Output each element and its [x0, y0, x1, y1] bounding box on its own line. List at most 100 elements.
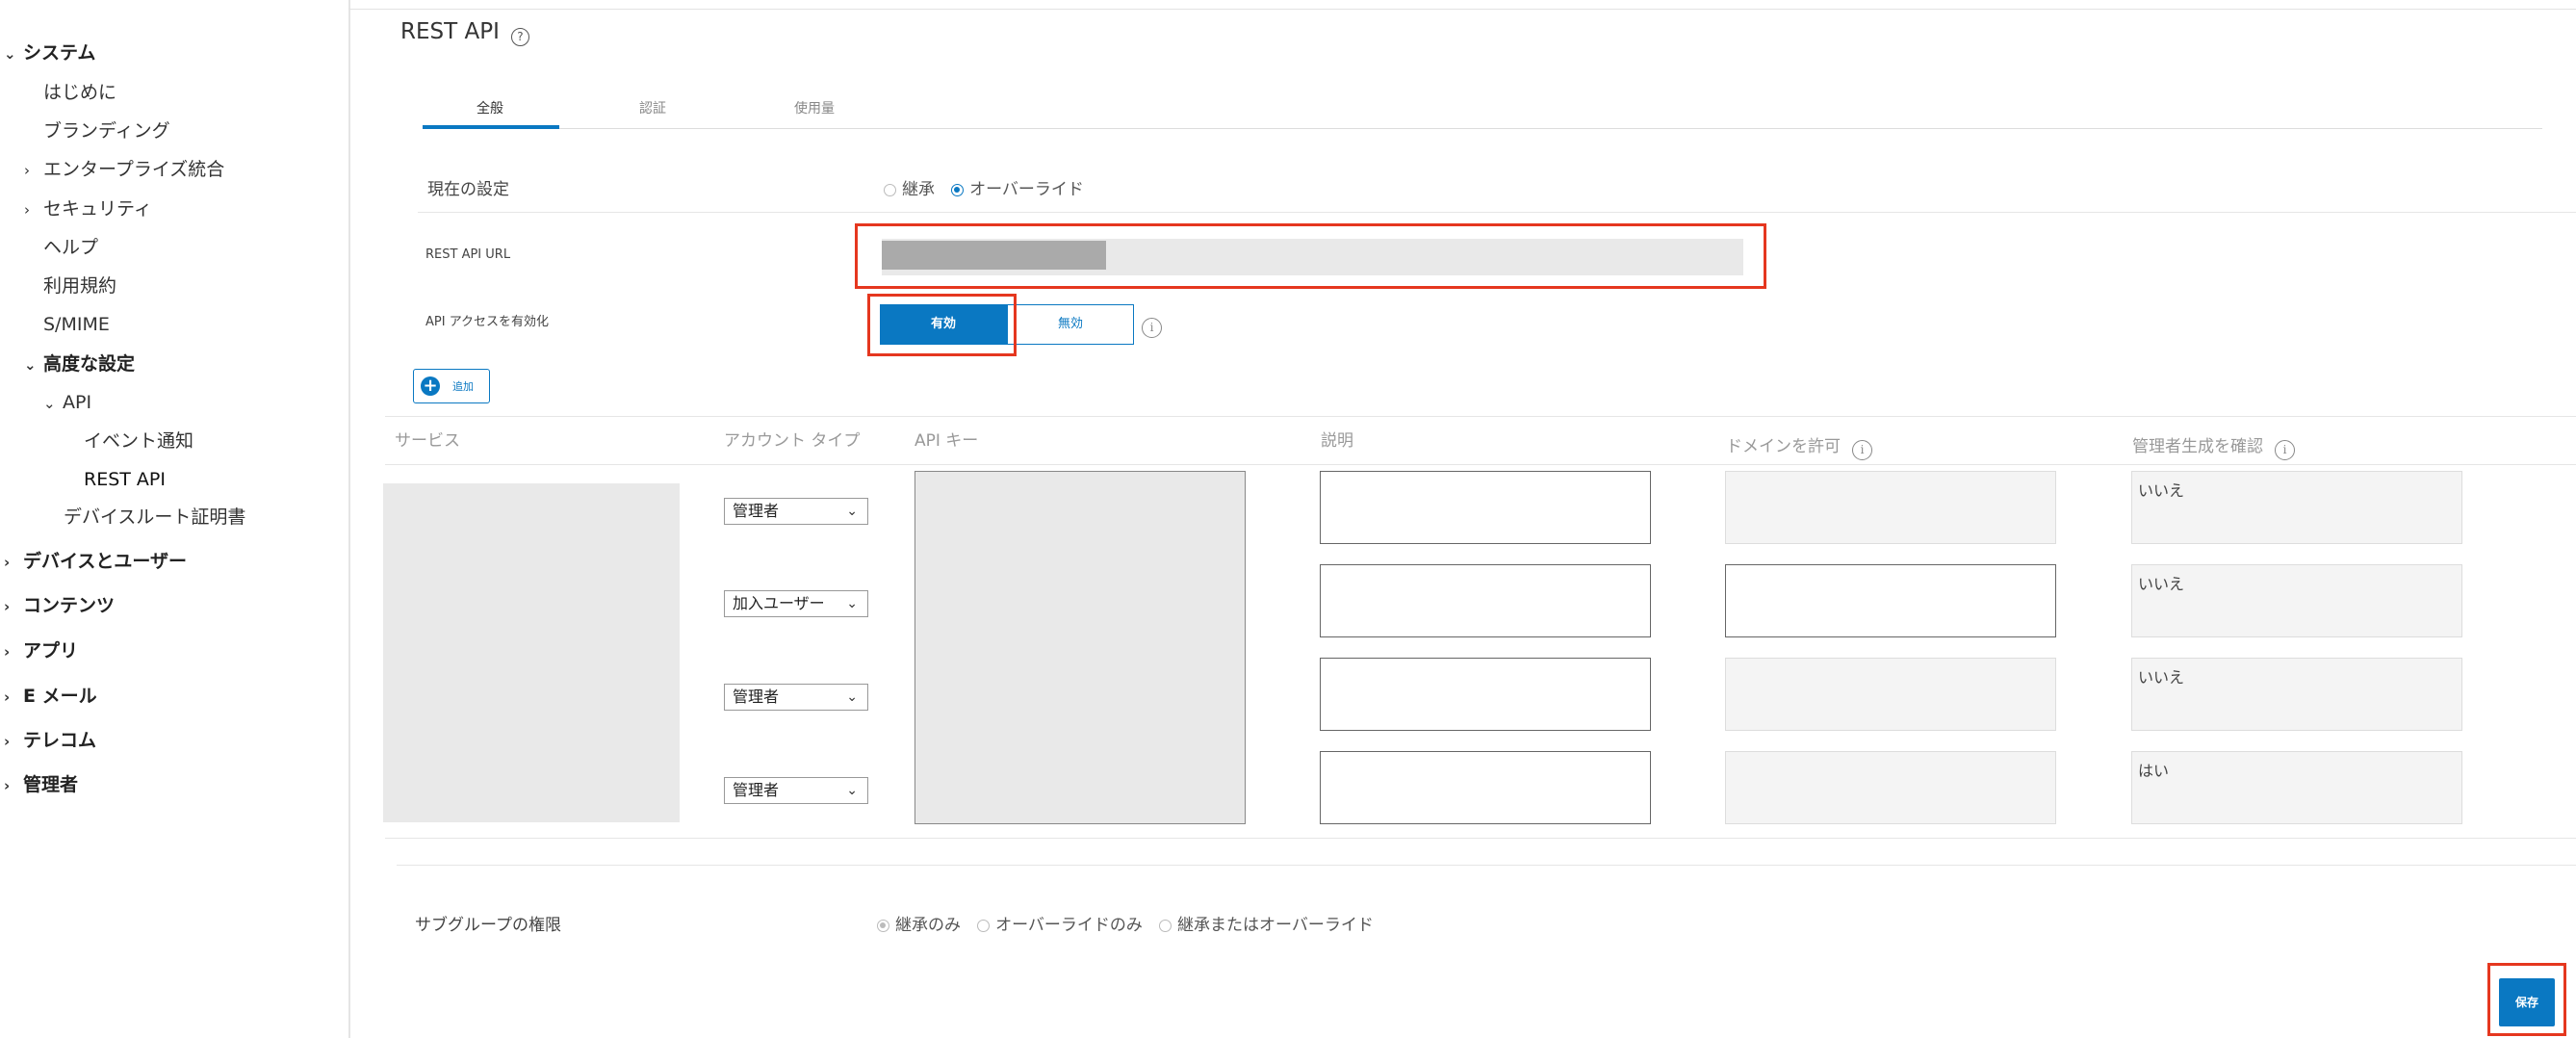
sidebar-item-label: エンタープライズ統合	[43, 159, 225, 180]
chevron-right-icon: ›	[4, 688, 11, 706]
allowed-domains-input[interactable]	[1725, 564, 2056, 637]
radio-inherit-or-override-label: 継承またはオーバーライド	[1177, 916, 1374, 935]
sidebar-item-label: コンテンツ	[23, 595, 116, 616]
sidebar-item-apps[interactable]: › アプリ	[4, 639, 78, 663]
sidebar-item-telecom[interactable]: › テレコム	[4, 729, 96, 753]
table-bottom-divider	[385, 838, 2576, 839]
description-input[interactable]	[1320, 751, 1651, 824]
service-column-redacted	[383, 483, 680, 822]
radio-override-only[interactable]	[977, 920, 991, 932]
account-type-select[interactable]: 管理者 ⌄	[724, 684, 868, 711]
sidebar-item-label: 管理者	[23, 774, 79, 795]
radio-inherit-label: 継承	[902, 180, 935, 199]
header-service: サービス	[395, 431, 460, 451]
confirm-admin-value: いいえ	[2138, 481, 2185, 500]
sidebar-item-email[interactable]: › E メール	[4, 685, 97, 709]
description-input[interactable]	[1320, 564, 1651, 637]
sidebar-item-api[interactable]: ⌄ API	[43, 391, 91, 415]
disable-button[interactable]: 無効	[1007, 304, 1134, 345]
radio-inherit-only[interactable]	[877, 920, 889, 932]
api-access-label: API アクセスを有効化	[425, 315, 550, 329]
sidebar-item-getting-started[interactable]: はじめに	[43, 81, 116, 104]
highlight-box-url	[855, 223, 1766, 289]
sidebar-item-help[interactable]: ヘルプ	[43, 236, 98, 259]
sidebar-item-devices-users[interactable]: › デバイスとユーザー	[4, 550, 187, 574]
account-type-value: 管理者	[733, 781, 780, 799]
tab-active-indicator	[423, 125, 559, 129]
allowed-domains-input	[1725, 658, 2056, 731]
sidebar-item-device-root-cert[interactable]: デバイスルート証明書	[64, 506, 245, 529]
confirm-admin-value: いいえ	[2138, 575, 2185, 593]
sidebar-item-label: E メール	[23, 686, 97, 707]
chevron-right-icon: ›	[4, 733, 11, 750]
info-icon[interactable]: i	[1852, 440, 1872, 460]
sidebar-item-event-notifications[interactable]: イベント通知	[84, 429, 193, 453]
subgroup-permissions-label: サブグループの権限	[415, 916, 561, 935]
info-icon[interactable]: i	[1142, 318, 1162, 338]
page-title-text: REST API	[400, 19, 500, 44]
account-type-value: 加入ユーザー	[733, 594, 825, 612]
row-divider	[418, 212, 2576, 213]
current-setting-label: 現在の設定	[427, 180, 509, 199]
sidebar-item-advanced[interactable]: ⌄ 高度な設定	[24, 352, 135, 376]
current-setting-radio-group: 継承 オーバーライド	[884, 175, 1095, 199]
sidebar-item-label: アプリ	[23, 640, 79, 662]
rest-api-url-label: REST API URL	[425, 247, 511, 262]
chevron-right-icon: ›	[24, 162, 30, 179]
page-title: REST API?	[400, 19, 529, 46]
sidebar-item-enterprise-integration[interactable]: › エンタープライズ統合	[24, 158, 224, 182]
help-icon[interactable]: ?	[510, 28, 529, 46]
tab-authentication[interactable]: 認証	[585, 98, 720, 117]
sidebar-item-label: デバイスとユーザー	[23, 551, 188, 572]
chevron-down-icon: ⌄	[846, 504, 858, 519]
radio-inherit[interactable]	[884, 184, 896, 196]
subgroup-radio-group: 継承のみ オーバーライドのみ 継承またはオーバーライド	[877, 911, 1385, 935]
sidebar-item-system[interactable]: ⌄ システム	[4, 41, 95, 65]
section-divider	[397, 865, 2576, 866]
radio-override-label: オーバーライド	[969, 180, 1084, 199]
radio-override[interactable]	[951, 184, 965, 196]
header-description: 説明	[1321, 431, 1353, 451]
confirm-admin-field: はい	[2131, 751, 2462, 824]
tab-usage[interactable]: 使用量	[747, 98, 882, 117]
account-type-select[interactable]: 管理者 ⌄	[724, 498, 868, 525]
account-type-select[interactable]: 加入ユーザー ⌄	[724, 590, 868, 617]
chevron-down-icon: ⌄	[846, 689, 858, 705]
header-account-type: アカウント タイプ	[724, 431, 861, 451]
add-button[interactable]: + 追加	[413, 369, 490, 403]
account-type-value: 管理者	[733, 502, 780, 520]
account-type-value: 管理者	[733, 688, 780, 706]
header-api-key: API キー	[914, 431, 979, 451]
confirm-admin-value: はい	[2138, 762, 2170, 780]
sidebar-item-rest-api[interactable]: REST API	[84, 468, 166, 491]
allowed-domains-input	[1725, 751, 2056, 824]
chevron-down-icon: ⌄	[846, 783, 858, 798]
sidebar-item-smime[interactable]: S/MIME	[43, 313, 110, 336]
sidebar-item-terms[interactable]: 利用規約	[43, 274, 116, 298]
radio-inherit-or-override[interactable]	[1159, 920, 1172, 932]
account-type-select[interactable]: 管理者 ⌄	[724, 777, 868, 804]
api-key-column-redacted	[914, 471, 1246, 824]
tab-general[interactable]: 全般	[423, 98, 557, 117]
tab-bar-line	[423, 128, 2542, 129]
row-divider	[385, 416, 2576, 417]
chevron-down-icon: ⌄	[846, 596, 858, 611]
chevron-right-icon: ›	[24, 201, 30, 219]
sidebar-item-admins[interactable]: › 管理者	[4, 773, 78, 797]
sidebar-item-content[interactable]: › コンテンツ	[4, 594, 115, 618]
sidebar-item-label: システム	[23, 42, 96, 64]
info-icon[interactable]: i	[2275, 440, 2295, 460]
sidebar-item-branding[interactable]: ブランディング	[43, 119, 170, 143]
top-divider	[348, 9, 2576, 10]
sidebar-item-label: テレコム	[23, 730, 97, 751]
chevron-right-icon: ›	[4, 554, 11, 571]
sidebar-item-security[interactable]: › セキュリティ	[24, 197, 152, 221]
description-input[interactable]	[1320, 471, 1651, 544]
sidebar-item-label: セキュリティ	[43, 198, 152, 220]
description-input[interactable]	[1320, 658, 1651, 731]
header-allowed-domains-text: ドメインを許可	[1726, 437, 1841, 456]
plus-icon: +	[421, 376, 440, 396]
chevron-down-icon: ⌄	[43, 395, 56, 412]
chevron-down-icon: ⌄	[24, 356, 37, 374]
chevron-right-icon: ›	[4, 598, 11, 615]
